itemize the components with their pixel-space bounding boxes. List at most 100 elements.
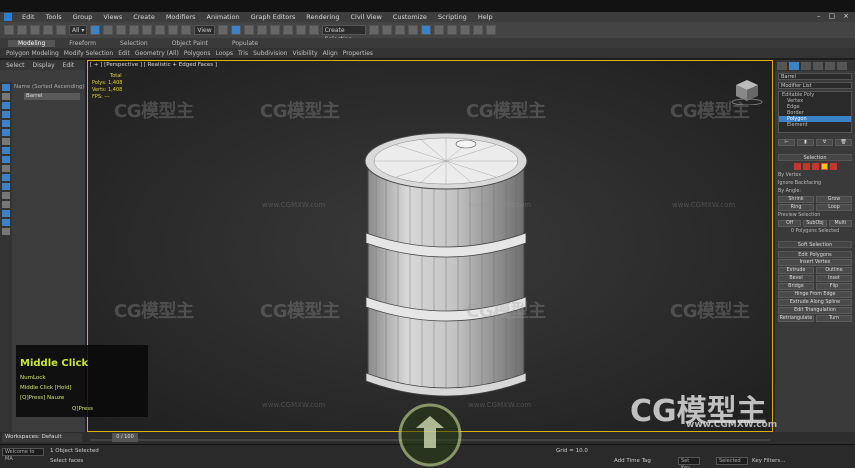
workspace-selector[interactable]: Workspaces: Default xyxy=(2,433,82,442)
show-end-result-icon[interactable]: ▮ xyxy=(797,139,814,146)
grow-button[interactable]: Grow xyxy=(816,196,852,203)
bind-icon[interactable] xyxy=(56,25,66,35)
filter-hidden-icon[interactable] xyxy=(2,183,10,190)
rendered-frame-icon[interactable] xyxy=(472,25,483,35)
tab-freeform[interactable]: Freeform xyxy=(59,40,106,47)
inset-button[interactable]: Inset xyxy=(816,275,852,282)
ribbon-polygons[interactable]: Polygons xyxy=(184,50,211,57)
ignore-backfacing-checkbox[interactable]: Ignore Backfacing xyxy=(778,180,852,187)
filter-lights-icon[interactable] xyxy=(2,102,10,109)
bridge-button[interactable]: Bridge xyxy=(778,283,814,290)
tab-display[interactable]: Display xyxy=(33,62,55,69)
select-manipulate-icon[interactable] xyxy=(230,25,241,35)
ribbon-properties[interactable]: Properties xyxy=(343,50,373,57)
menu-civil-view[interactable]: Civil View xyxy=(350,13,381,21)
menu-edit[interactable]: Edit xyxy=(22,13,35,21)
menu-help[interactable]: Help xyxy=(478,13,493,21)
curve-editor-icon[interactable] xyxy=(420,25,431,35)
extrude-button[interactable]: Extrude xyxy=(778,267,814,274)
barrel-model[interactable] xyxy=(360,127,532,417)
key-filters-button[interactable]: Key Filters... xyxy=(752,458,785,464)
selection-filter-dropdown[interactable]: All ▾ xyxy=(69,25,88,35)
insert-vertex-button[interactable]: Insert Vertex xyxy=(778,259,852,266)
select-by-name-icon[interactable] xyxy=(103,25,114,35)
preview-off-radio[interactable]: Off xyxy=(778,220,802,227)
filter-shapes-icon[interactable] xyxy=(2,93,10,100)
utilities-tab-icon[interactable] xyxy=(837,61,847,70)
unlink-icon[interactable] xyxy=(43,25,53,35)
filter-spacewarps-icon[interactable] xyxy=(2,129,10,136)
ring-button[interactable]: Ring xyxy=(778,204,814,211)
add-time-tag-button[interactable]: Add Time Tag xyxy=(614,458,651,464)
filter-frozen-icon[interactable] xyxy=(2,174,10,181)
make-unique-icon[interactable]: ∀ xyxy=(816,139,833,146)
ribbon-loops[interactable]: Loops xyxy=(216,50,234,57)
tab-select[interactable]: Select xyxy=(6,62,25,69)
find-icon[interactable] xyxy=(2,219,10,226)
ribbon-subdivision[interactable]: Subdivision xyxy=(253,50,287,57)
create-tab-icon[interactable] xyxy=(777,61,787,70)
keyboard-shortcut-icon[interactable] xyxy=(243,25,254,35)
snap-toggle-icon[interactable] xyxy=(256,25,267,35)
material-editor-icon[interactable] xyxy=(446,25,457,35)
element-level-icon[interactable] xyxy=(829,163,837,170)
ribbon-align[interactable]: Align xyxy=(323,50,338,57)
tab-populate[interactable]: Populate xyxy=(222,40,268,47)
modify-tab-icon[interactable] xyxy=(789,61,799,70)
filter-containers-icon[interactable] xyxy=(2,165,10,172)
app-logo-icon[interactable] xyxy=(4,13,12,21)
by-angle-checkbox[interactable]: By Angle: xyxy=(778,188,852,195)
display-tab-icon[interactable] xyxy=(825,61,835,70)
filter-xrefs-icon[interactable] xyxy=(2,147,10,154)
object-name-field[interactable]: Barrel xyxy=(778,73,852,80)
border-level-icon[interactable] xyxy=(811,163,819,170)
link-icon[interactable] xyxy=(30,25,40,35)
menu-animation[interactable]: Animation xyxy=(207,13,240,21)
placement-icon[interactable] xyxy=(181,25,192,35)
menu-customize[interactable]: Customize xyxy=(393,13,427,21)
close-icon[interactable]: × xyxy=(843,12,849,20)
filter-bones-icon[interactable] xyxy=(2,156,10,163)
scene-tree-header[interactable]: Name (Sorted Ascending) xyxy=(14,84,85,90)
edge-level-icon[interactable] xyxy=(802,163,810,170)
remove-modifier-icon[interactable]: 🗑 xyxy=(835,139,852,146)
redo-icon[interactable] xyxy=(17,25,27,35)
perspective-viewport[interactable]: [ + ] [Perspective ] [ Realistic + Edged… xyxy=(87,60,773,432)
menu-graph-editors[interactable]: Graph Editors xyxy=(251,13,296,21)
scene-tree-item-barrel[interactable]: Barrel xyxy=(24,93,80,100)
window-crossing-icon[interactable] xyxy=(129,25,140,35)
menu-group[interactable]: Group xyxy=(73,13,93,21)
ribbon-visibility[interactable]: Visibility xyxy=(292,50,317,57)
key-selection-dropdown[interactable]: Selected xyxy=(716,457,748,465)
edit-polygons-rollout[interactable]: Edit Polygons xyxy=(778,251,852,258)
filter-groups-icon[interactable] xyxy=(2,138,10,145)
hierarchy-tab-icon[interactable] xyxy=(801,61,811,70)
select-object-icon[interactable] xyxy=(90,25,101,35)
filter-all-icon[interactable] xyxy=(2,192,10,199)
pivot-icon[interactable] xyxy=(217,25,228,35)
ribbon-modify-selection[interactable]: Modify Selection xyxy=(64,50,113,57)
options-icon[interactable] xyxy=(2,228,10,235)
retriangulate-button[interactable]: Retriangulate xyxy=(778,315,814,322)
filter-none-icon[interactable] xyxy=(2,201,10,208)
by-vertex-checkbox[interactable]: By Vertex xyxy=(778,172,852,179)
extrude-along-spline-button[interactable]: Extrude Along Spline xyxy=(778,299,852,306)
mirror-icon[interactable] xyxy=(368,25,379,35)
named-selection-dropdown[interactable]: Create Selection Se... xyxy=(321,25,366,52)
preview-subobj-radio[interactable]: SubObj xyxy=(803,220,827,227)
move-icon[interactable] xyxy=(142,25,153,35)
undo-icon[interactable] xyxy=(4,25,14,35)
scale-icon[interactable] xyxy=(168,25,179,35)
hinge-from-edge-button[interactable]: Hinge From Edge xyxy=(778,291,852,298)
render-icon[interactable] xyxy=(485,25,496,35)
modifier-list-dropdown[interactable]: Modifier List xyxy=(778,82,852,89)
soft-selection-rollout[interactable]: Soft Selection xyxy=(778,241,852,248)
menu-tools[interactable]: Tools xyxy=(46,13,62,21)
edit-triangulation-button[interactable]: Edit Triangulation xyxy=(778,307,852,314)
rotate-icon[interactable] xyxy=(155,25,166,35)
reference-coord-dropdown[interactable]: View xyxy=(194,25,215,35)
tab-object-paint[interactable]: Object Paint xyxy=(162,40,218,47)
menu-scripting[interactable]: Scripting xyxy=(438,13,467,21)
selection-rollout[interactable]: Selection xyxy=(778,154,852,161)
menu-views[interactable]: Views xyxy=(103,13,122,21)
